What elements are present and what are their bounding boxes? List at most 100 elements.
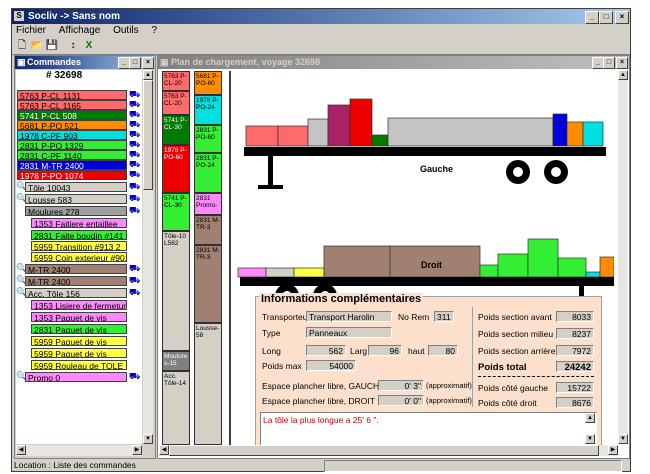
maximize-button[interactable]: □ xyxy=(599,11,613,24)
search-icon[interactable]: 🔍 xyxy=(16,263,27,274)
list-item[interactable]: Moulures 278 xyxy=(25,206,127,216)
espace-gauche-field[interactable]: 0' 3" xyxy=(378,380,424,391)
list-item[interactable]: Acc. Tôle 156 xyxy=(25,288,127,298)
list-item[interactable]: 5959 Rouleau de TOLE xyxy=(31,360,127,370)
truck-icon[interactable]: ⛟ xyxy=(129,275,140,287)
new-file-icon[interactable]: 🗋 xyxy=(15,39,29,52)
list-item[interactable]: 1353 Paquet de vis xyxy=(31,312,127,322)
excel-icon[interactable]: X xyxy=(82,39,96,52)
list-item[interactable]: 1353 Faitiere entaillee xyxy=(31,218,127,228)
stack-block[interactable]: 2831 M-TR-3 xyxy=(194,245,222,323)
plan-scroll-up-button[interactable]: ▲ xyxy=(618,70,628,80)
search-icon[interactable]: 🔍 xyxy=(16,371,27,382)
ps-milieu-field[interactable]: 8237 xyxy=(556,328,594,339)
commandes-maximize-button[interactable]: □ xyxy=(129,57,141,69)
minimize-button[interactable]: _ xyxy=(585,11,599,24)
scroll-down-button[interactable]: ▼ xyxy=(143,434,153,444)
list-item[interactable]: 1978 P-PO 1074 xyxy=(17,170,127,180)
list-item[interactable]: 5763 P-CL 1131 xyxy=(17,90,127,100)
stack-block[interactable]: 5763 P-CL-20 xyxy=(162,91,190,115)
ptotal-field[interactable]: 24242 xyxy=(556,361,594,373)
note-scroll-up[interactable]: ▲ xyxy=(585,413,595,423)
truck-icon[interactable]: ⛟ xyxy=(129,181,140,193)
menu-outils[interactable]: Outils xyxy=(113,25,139,36)
stack-block[interactable]: 1978 P-PO-60 xyxy=(162,145,190,193)
plan-maximize-button[interactable]: □ xyxy=(603,57,615,69)
truck-icon[interactable]: ⛟ xyxy=(129,205,140,217)
plan-scroll-left-button[interactable]: ◀ xyxy=(159,445,169,455)
commandes-vscroll[interactable]: ▲ ▼ xyxy=(143,70,153,444)
menu-affichage[interactable]: Affichage xyxy=(59,25,101,36)
list-item[interactable]: 5763 P-CL 1165 xyxy=(17,100,127,110)
plan-hscroll[interactable]: ◀ ▶ xyxy=(159,445,618,456)
stack-block[interactable]: 5741 P-CL-30 xyxy=(162,115,190,145)
poidsmax-field[interactable]: 54000 xyxy=(306,360,356,371)
list-item[interactable]: 5681 P-PO 521 xyxy=(17,120,127,130)
list-item[interactable]: 1353 Lisiere de fermeture xyxy=(31,300,127,310)
list-item[interactable]: Promo 0 xyxy=(25,372,127,382)
list-item[interactable]: 2831 C-PF 1140 xyxy=(17,150,127,160)
ps-avant-field[interactable]: 8033 xyxy=(556,311,594,322)
plan-hscroll-thumb[interactable] xyxy=(169,445,599,456)
scroll-left-button[interactable]: ◀ xyxy=(16,445,26,455)
menu-fichier[interactable]: Fichier xyxy=(16,25,46,36)
list-item[interactable]: 1978 C-PF 903 xyxy=(17,130,127,140)
note-scroll-down[interactable]: ▼ xyxy=(585,434,595,444)
stack-block[interactable]: 1978 P-PO-24 xyxy=(194,95,222,125)
list-item[interactable]: 2831 P-PO 1329 xyxy=(17,140,127,150)
search-icon[interactable]: 🔍 xyxy=(16,193,27,204)
commandes-close-button[interactable]: × xyxy=(142,57,154,69)
stack-block[interactable]: 2831 P-PO-60 xyxy=(194,125,222,153)
save-icon[interactable]: 💾 xyxy=(45,39,59,52)
list-item[interactable]: 5959 Coin exterieur #901 xyxy=(31,252,127,262)
truck-icon[interactable]: ⛟ xyxy=(129,371,140,383)
stack-block[interactable]: 5763 P-CL-20 xyxy=(162,71,190,91)
note-box[interactable]: La tôle la plus longue a 25' 6 ". ▲ ▼ xyxy=(260,412,597,446)
search-icon[interactable]: 🔍 xyxy=(16,275,27,286)
stack-block[interactable]: 2831 M-TR-3 xyxy=(194,215,222,245)
list-item[interactable]: 5741 P-CL 508 xyxy=(17,110,127,120)
menu-help[interactable]: ? xyxy=(151,25,157,36)
plan-scroll-down-button[interactable]: ▼ xyxy=(618,434,628,444)
list-item[interactable]: 5959 Paquet de vis xyxy=(31,348,127,358)
list-item[interactable]: M-TR 2400 xyxy=(25,276,127,286)
list-item[interactable]: M-TR 2400 xyxy=(25,264,127,274)
stack-block[interactable]: 5681 P-PO-60 xyxy=(194,71,222,95)
plan-vscroll[interactable]: ▲ ▼ xyxy=(618,70,628,444)
list-item[interactable]: Lousse 583 xyxy=(25,194,127,204)
stack-block[interactable]: Moulure s-15 xyxy=(162,351,190,371)
search-icon[interactable]: 🔍 xyxy=(16,287,27,298)
list-item[interactable]: 2831 Faite boudin #141 7 xyxy=(31,230,127,240)
truck-icon[interactable]: ⛟ xyxy=(129,169,140,181)
stack-block[interactable]: 2831 Promo- xyxy=(194,193,222,215)
stack-block[interactable]: Lousse-58 xyxy=(194,323,222,445)
truck-icon[interactable]: ⛟ xyxy=(129,287,140,299)
long-field[interactable]: 562 xyxy=(306,345,346,356)
pc-droit-field[interactable]: 8676 xyxy=(556,397,594,408)
truck-icon[interactable]: ⛟ xyxy=(129,193,140,205)
close-button[interactable]: × xyxy=(615,11,629,24)
truck-icon[interactable]: ⛟ xyxy=(129,263,140,275)
search-icon[interactable]: 🔍 xyxy=(16,181,27,192)
commandes-hscroll[interactable]: ◀ ▶ xyxy=(16,445,142,456)
list-item[interactable]: 2831 Paquet de vis xyxy=(31,324,127,334)
list-item[interactable]: 5959 Transition #913 2 xyxy=(31,241,127,251)
plan-close-button[interactable]: × xyxy=(616,57,628,69)
open-folder-icon[interactable]: 📂 xyxy=(30,39,44,52)
stack-block[interactable]: 5741 P-CL-30 xyxy=(162,193,190,231)
transporteur-field[interactable]: Transport Harolin xyxy=(306,311,392,322)
stack-block[interactable]: 2831 P-PO-24 xyxy=(194,153,222,193)
scroll-right-button[interactable]: ▶ xyxy=(132,445,142,455)
list-item[interactable]: 2831 M-TR 2400 xyxy=(17,160,127,170)
espace-droit-field[interactable]: 0' 0" xyxy=(378,395,424,406)
ps-arriere-field[interactable]: 7972 xyxy=(556,345,594,356)
scroll-thumb[interactable] xyxy=(143,80,153,190)
haut-field[interactable]: 80 xyxy=(428,345,458,356)
scroll-up-button[interactable]: ▲ xyxy=(143,70,153,80)
stack-block[interactable]: Acc. Tôle-14 xyxy=(162,371,190,445)
pc-gauche-field[interactable]: 15722 xyxy=(556,382,594,393)
stack-block[interactable]: Tôle-10 L562 xyxy=(162,231,190,351)
larg-field[interactable]: 96 xyxy=(368,345,402,356)
list-item[interactable]: 5959 Paquet de vis xyxy=(31,336,127,346)
sort-icon[interactable]: ↕ xyxy=(66,39,80,52)
